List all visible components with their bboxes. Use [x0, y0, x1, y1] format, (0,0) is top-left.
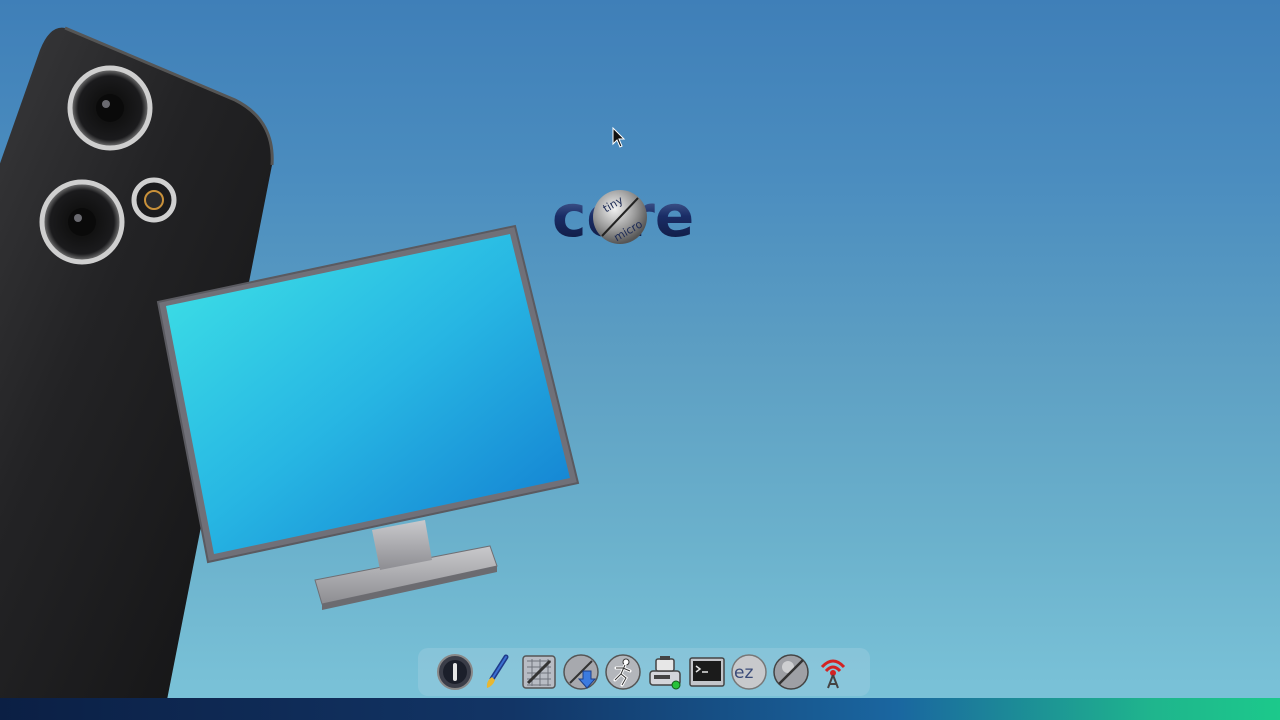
mouse-cursor-icon	[612, 127, 626, 148]
dock-mount-button[interactable]	[645, 652, 685, 692]
dock-control-panel-button[interactable]	[519, 652, 559, 692]
mount-drive-icon	[649, 656, 681, 690]
running-man-icon	[605, 654, 641, 690]
dock-exit-button[interactable]	[435, 652, 475, 692]
dock-terminal-button[interactable]	[687, 652, 727, 692]
tc-disc-icon	[773, 654, 809, 690]
terminal-icon	[689, 657, 725, 687]
wifi-tower-icon	[820, 659, 846, 689]
tinycore-logo: core tiny micro	[552, 182, 694, 250]
dock-run-button[interactable]	[603, 652, 643, 692]
apps-install-icon	[563, 654, 599, 690]
power-icon	[437, 654, 473, 690]
dock-tc-install-button[interactable]	[771, 652, 811, 692]
ez-label: ez	[734, 663, 753, 683]
desktop: core tiny micro	[0, 0, 1280, 720]
monitor-illustration	[156, 224, 580, 610]
bottom-panel	[0, 698, 1280, 720]
control-panel-icon	[522, 655, 556, 689]
paintbrush-icon	[486, 654, 509, 688]
dock-wallpaper-button[interactable]	[477, 652, 517, 692]
dock-apps-button[interactable]	[561, 652, 601, 692]
dock-wifi-button[interactable]	[813, 652, 853, 692]
ezremaster-icon: ez	[731, 654, 767, 690]
dock: ez	[418, 648, 870, 696]
dock-ezremaster-button[interactable]: ez	[729, 652, 769, 692]
